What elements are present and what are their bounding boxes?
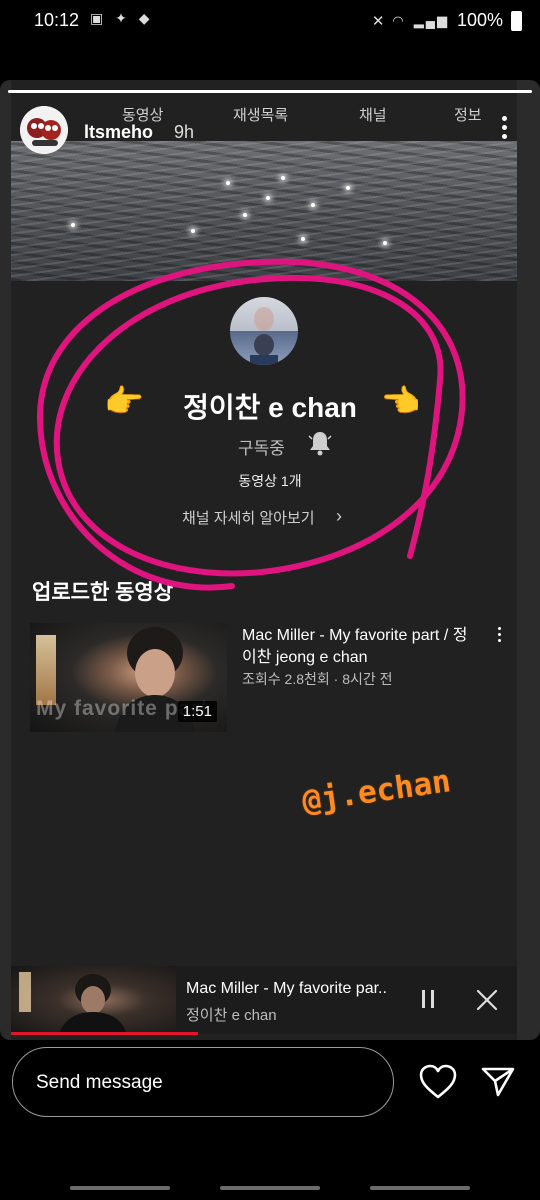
mini-player-thumbnail [11,966,176,1034]
heart-icon[interactable] [418,1063,458,1101]
send-icon[interactable] [480,1064,516,1100]
mini-player-title: Mac Miller - My favorite par.. [186,980,387,997]
nav-indicator-right [370,1186,470,1190]
mini-thumbnail-person [19,972,127,1034]
nav-indicator-center [220,1186,320,1190]
pause-icon[interactable] [420,990,436,1010]
nav-indicator-left [70,1186,170,1190]
mini-player-progress [11,1032,199,1035]
mini-player-channel: 정이찬 e chan [186,1007,277,1024]
send-message-input[interactable]: Send message [12,1047,394,1117]
close-icon[interactable] [476,989,498,1011]
send-message-placeholder: Send message [36,1072,163,1093]
